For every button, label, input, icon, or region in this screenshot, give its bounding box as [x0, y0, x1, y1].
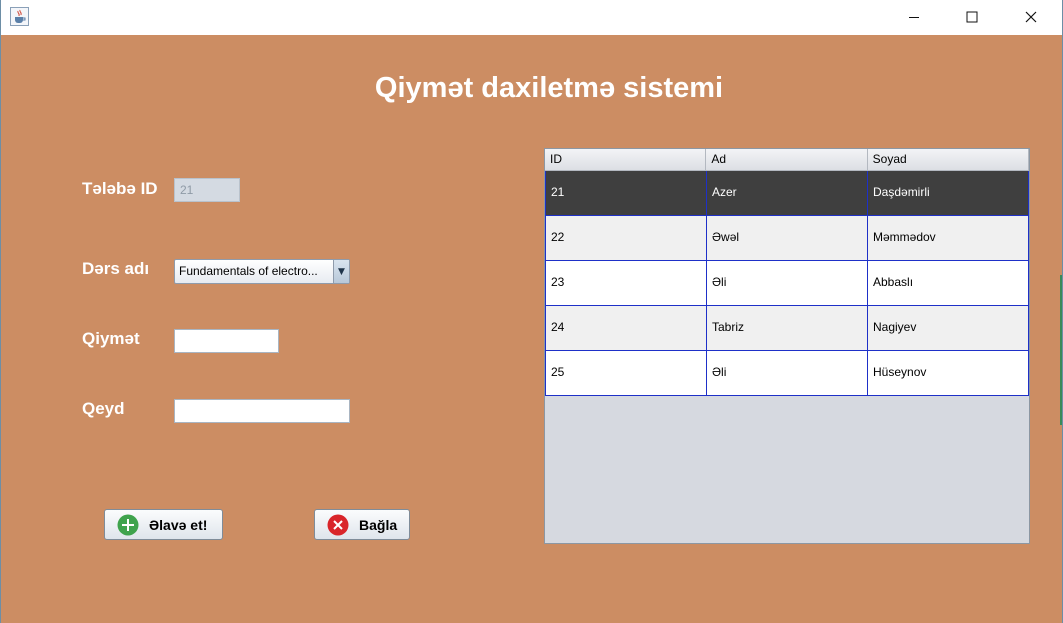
close-button-label: Bağla [359, 516, 398, 533]
table-row[interactable]: 24 Tabriz Nagiyev [545, 306, 1029, 351]
table-cell[interactable]: Əli [706, 351, 868, 396]
close-icon[interactable] [1008, 0, 1054, 33]
table-cell[interactable]: Azer [706, 171, 868, 216]
student-id-label: Tələbə ID [82, 179, 158, 198]
table-header: ID Ad Soyad [545, 149, 1029, 171]
table-cell[interactable]: 25 [545, 351, 707, 396]
course-select-value: Fundamentals of electro... [179, 264, 318, 278]
page-title: Qiymət daxiletmə sistemi [374, 72, 724, 104]
add-button[interactable]: Əlavə et! [104, 509, 223, 540]
title-bar[interactable] [1, 0, 1062, 35]
chevron-down-icon[interactable]: ▼ [333, 260, 349, 283]
table-cell[interactable]: 22 [545, 216, 707, 261]
table-cell[interactable]: 24 [545, 306, 707, 351]
add-button-label: Əlavə et! [149, 516, 208, 533]
main-panel: Qiymət daxiletmə sistemi Tələbə ID 21 Də… [1, 35, 1062, 623]
minimize-icon[interactable] [891, 0, 937, 33]
table-row[interactable]: 21 Azer Daşdəmirli [545, 171, 1029, 216]
close-circle-icon [327, 514, 349, 536]
window-resize-edge[interactable] [1060, 275, 1062, 425]
student-id-field: 21 [174, 178, 240, 202]
students-table[interactable]: ID Ad Soyad 21 Azer Daşdəmirli 22 Əwəl M… [544, 148, 1030, 544]
grade-input[interactable] [174, 329, 279, 353]
table-cell[interactable]: Məmmədov [867, 216, 1029, 261]
table-cell[interactable]: Abbaslı [867, 261, 1029, 306]
column-header-surname[interactable]: Soyad [868, 149, 1029, 170]
plus-icon [117, 514, 139, 536]
table-cell[interactable]: 21 [545, 171, 707, 216]
java-cup-icon[interactable] [10, 7, 29, 26]
app-window: Qiymət daxiletmə sistemi Tələbə ID 21 Də… [0, 0, 1063, 623]
table-cell[interactable]: 23 [545, 261, 707, 306]
table-cell[interactable]: Əli [706, 261, 868, 306]
course-select[interactable]: Fundamentals of electro... ▼ [174, 259, 350, 284]
grade-label: Qiymət [82, 329, 140, 348]
column-header-id[interactable]: ID [545, 149, 707, 170]
column-header-name[interactable]: Ad [706, 149, 868, 170]
table-row[interactable]: 22 Əwəl Məmmədov [545, 216, 1029, 261]
table-cell[interactable]: Hüseynov [867, 351, 1029, 396]
course-label: Dərs adı [82, 259, 150, 278]
note-label: Qeyd [82, 399, 125, 418]
maximize-icon[interactable] [949, 0, 995, 33]
table-row[interactable]: 23 Əli Abbaslı [545, 261, 1029, 306]
table-cell[interactable]: Nagiyev [867, 306, 1029, 351]
close-button[interactable]: Bağla [314, 509, 410, 540]
table-cell[interactable]: Əwəl [706, 216, 868, 261]
table-cell[interactable]: Tabriz [706, 306, 868, 351]
note-input[interactable] [174, 399, 350, 423]
table-row[interactable]: 25 Əli Hüseynov [545, 351, 1029, 396]
table-cell[interactable]: Daşdəmirli [867, 171, 1029, 216]
